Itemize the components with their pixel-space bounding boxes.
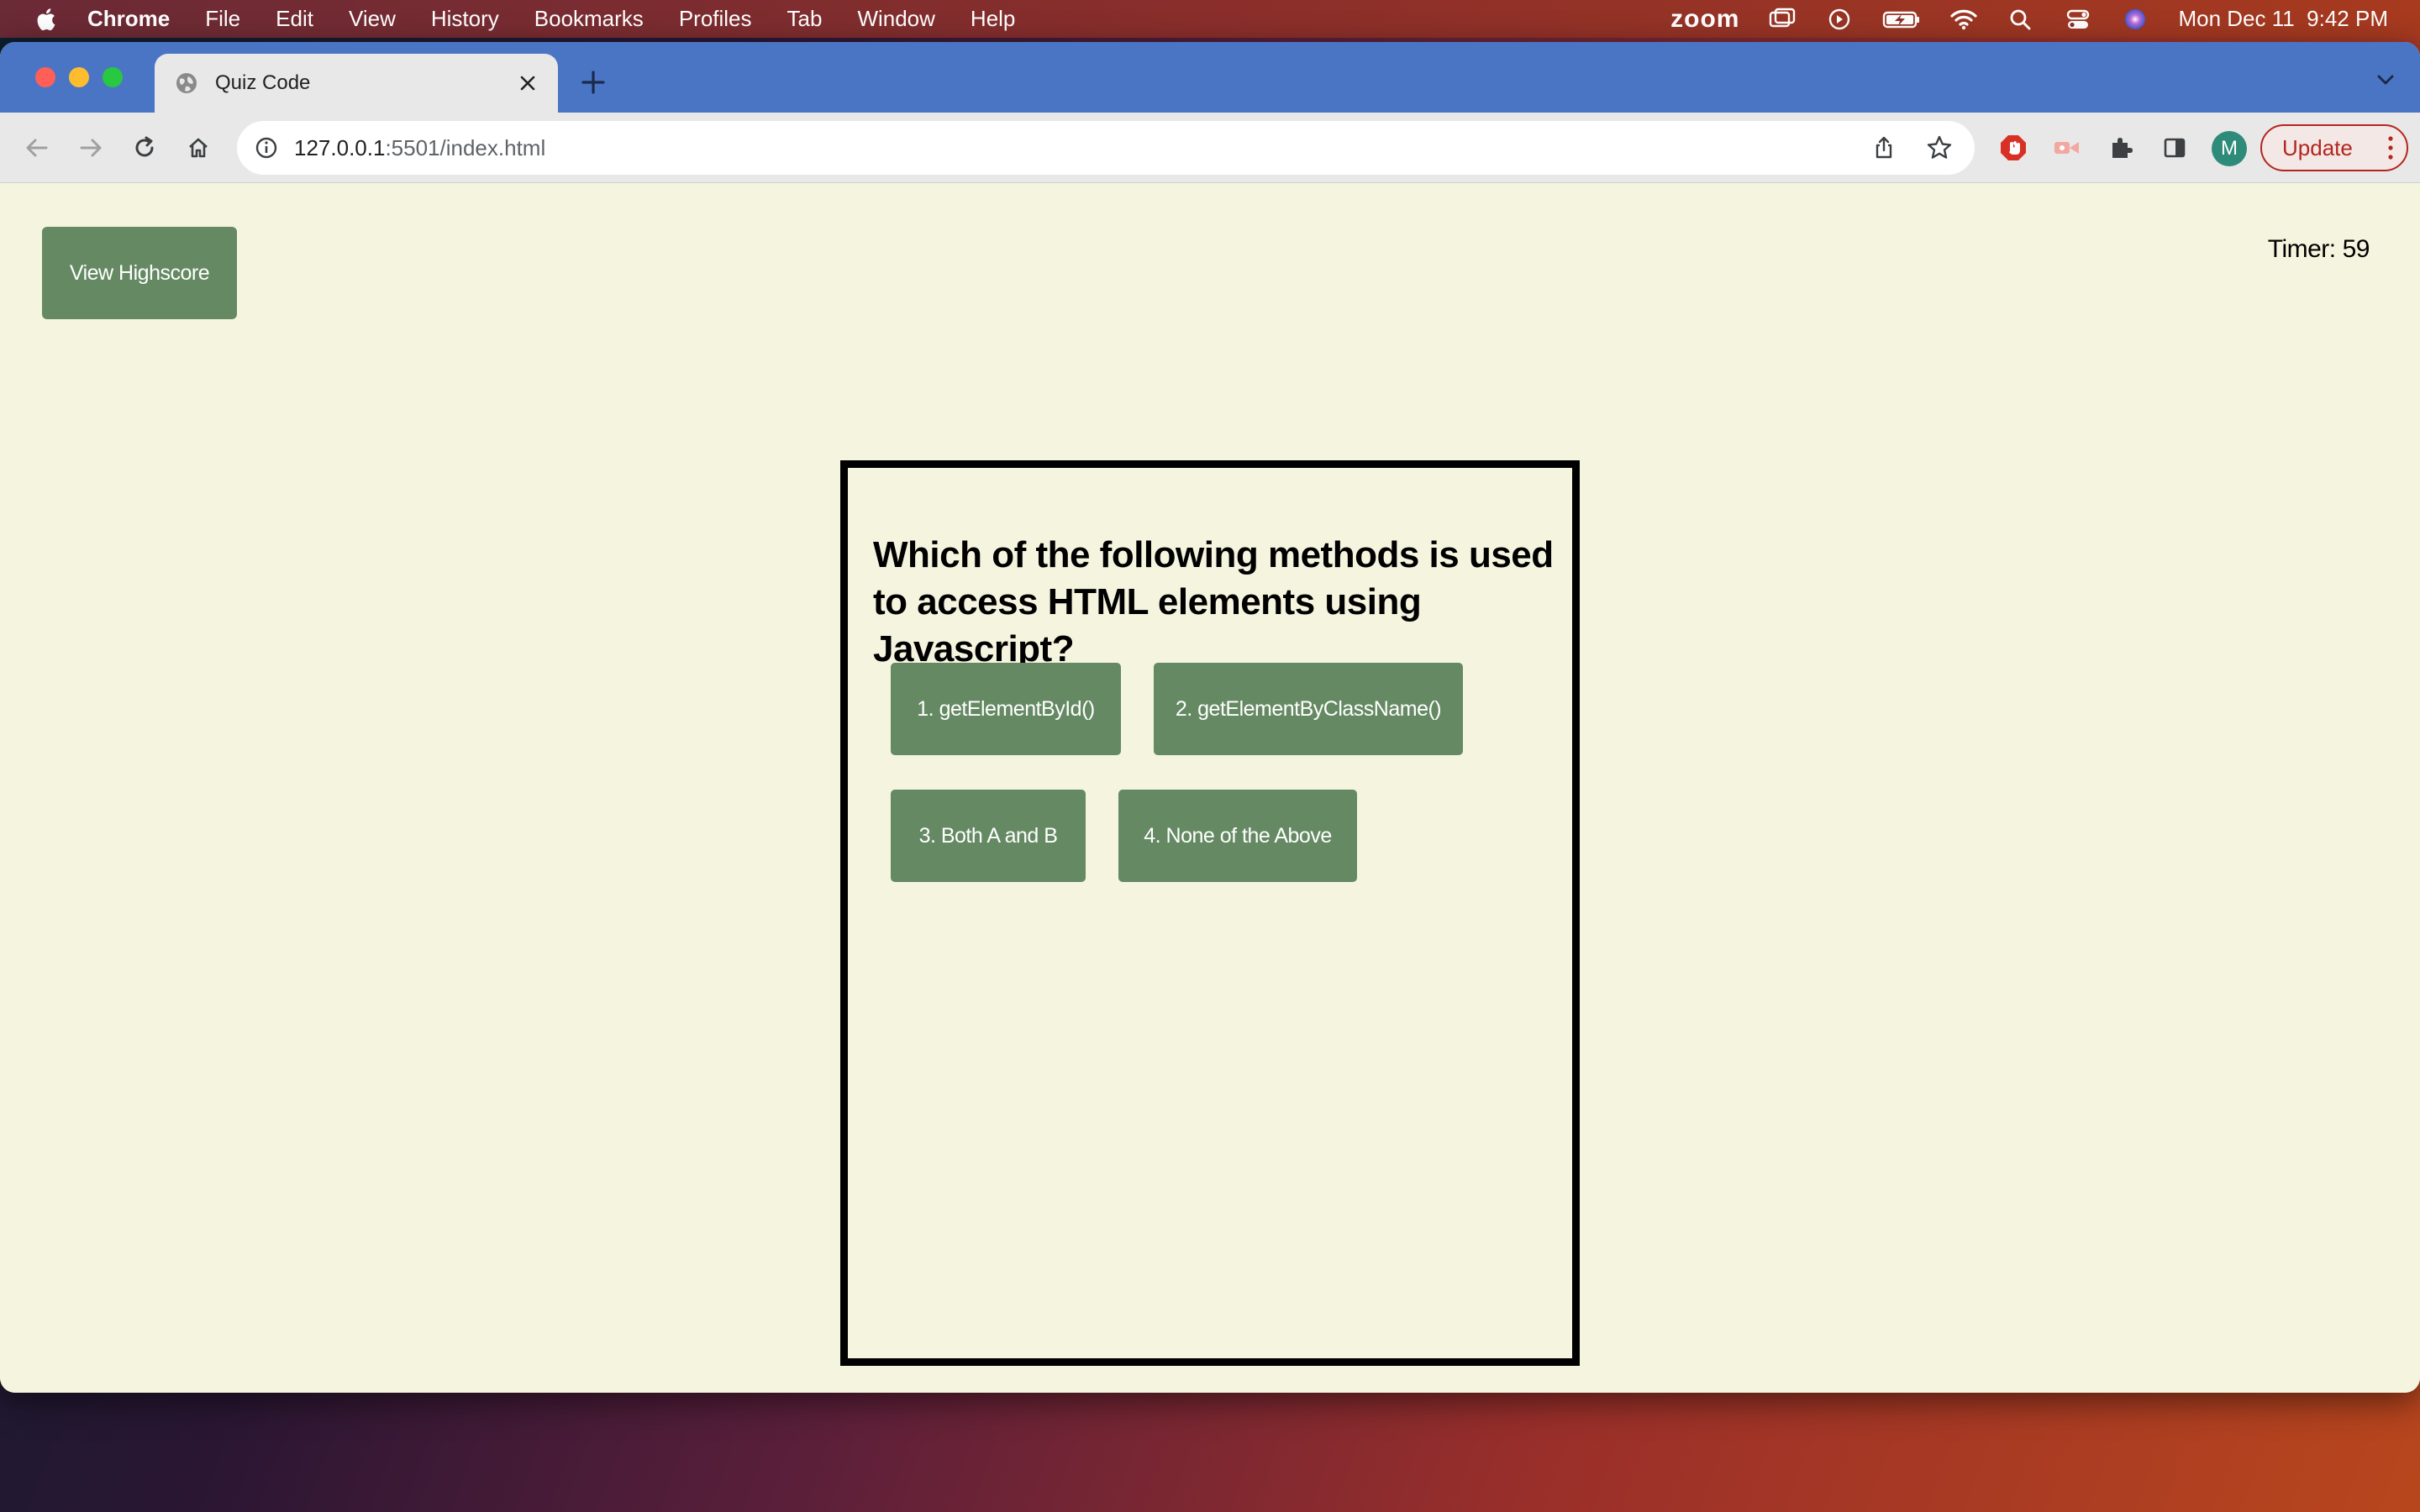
- question-text: Which of the following methods is used t…: [873, 534, 1554, 669]
- update-label: Update: [2282, 134, 2353, 160]
- reload-icon[interactable]: [128, 131, 161, 165]
- quiz-card: Which of the following methods is used t…: [840, 460, 1580, 1366]
- bookmark-star-icon[interactable]: [1924, 133, 1954, 163]
- timer: Timer: 59: [2268, 235, 2370, 264]
- close-tab-icon[interactable]: [511, 66, 544, 100]
- tab-quiz-code[interactable]: Quiz Code: [155, 54, 558, 113]
- url-path: :5501/index.html: [385, 134, 546, 160]
- timer-label: Timer:: [2267, 235, 2336, 263]
- answer-button-3[interactable]: 3. Both A and B: [891, 790, 1086, 882]
- new-tab-icon[interactable]: [576, 66, 610, 99]
- omnibox-actions: [1844, 133, 1954, 163]
- menu-history[interactable]: History: [431, 6, 499, 32]
- menu-profiles[interactable]: Profiles: [679, 6, 752, 32]
- timer-value: 59: [2342, 235, 2370, 263]
- answer-button-1[interactable]: 1. getElementById(): [891, 663, 1121, 755]
- answer-button-4[interactable]: 4. None of the Above: [1118, 790, 1357, 882]
- menu-bookmarks[interactable]: Bookmarks: [534, 6, 644, 32]
- profile-avatar[interactable]: M: [2212, 131, 2247, 166]
- wifi-icon[interactable]: [1949, 8, 1978, 31]
- update-chrome-button[interactable]: Update: [2260, 124, 2408, 171]
- menu-view[interactable]: View: [349, 6, 396, 32]
- share-icon[interactable]: [1869, 133, 1899, 163]
- spotlight-search-icon[interactable]: [2007, 8, 2035, 31]
- menu-file[interactable]: File: [205, 6, 240, 32]
- menu-window[interactable]: Window: [857, 6, 934, 32]
- view-highscore-button[interactable]: View Highscore: [42, 227, 237, 319]
- globe-icon: [176, 73, 197, 93]
- back-icon[interactable]: [20, 131, 54, 165]
- close-window-button[interactable]: [35, 67, 55, 87]
- fullscreen-window-button[interactable]: [103, 67, 123, 87]
- browser-toolbar: 127.0.0.1:5501/index.html M Update: [0, 113, 2420, 183]
- address-bar[interactable]: 127.0.0.1:5501/index.html: [237, 121, 1975, 175]
- menu-tab[interactable]: Tab: [787, 6, 823, 32]
- url-host: 127.0.0.1: [294, 134, 386, 160]
- extensions-puzzle-icon[interactable]: [2104, 131, 2138, 165]
- siri-icon[interactable]: [2121, 8, 2149, 31]
- menubar-clock[interactable]: Mon Dec 11 9:42 PM: [2178, 6, 2388, 32]
- minimize-window-button[interactable]: [69, 67, 89, 87]
- page-viewport: View Highscore Timer: 59 Which of the fol…: [0, 183, 2420, 1393]
- side-panel-icon[interactable]: [2158, 131, 2191, 165]
- tab-title: Quiz Code: [215, 71, 311, 94]
- zoom-status-item[interactable]: zoom: [1670, 5, 1739, 34]
- screencast-extension-icon[interactable]: [2050, 131, 2084, 165]
- battery-icon[interactable]: [1882, 8, 1921, 31]
- browser-window: Quiz Code 127.0.0.1:5501/index.html M U…: [0, 42, 2420, 1393]
- forward-icon[interactable]: [74, 131, 108, 165]
- control-center-icon[interactable]: [2064, 8, 2092, 31]
- adblock-extension-icon[interactable]: [1996, 131, 2030, 165]
- menu-help[interactable]: Help: [971, 6, 1015, 32]
- tab-strip: Quiz Code: [0, 42, 2420, 113]
- site-info-icon[interactable]: [254, 135, 279, 160]
- menu-edit[interactable]: Edit: [276, 6, 313, 32]
- home-icon[interactable]: [182, 131, 215, 165]
- more-menu-icon[interactable]: [2386, 134, 2395, 161]
- answer-button-2[interactable]: 2. getElementByClassName(): [1154, 663, 1463, 755]
- play-icon[interactable]: [1825, 8, 1854, 31]
- menu-app-name[interactable]: Chrome: [87, 6, 170, 32]
- menubar-status-area: zoom Mon Dec 11 9:42 PM: [1642, 0, 2388, 38]
- macos-menu-bar: Chrome File Edit View History Bookmarks …: [0, 0, 2420, 38]
- screen-mirroring-icon[interactable]: [1768, 8, 1797, 31]
- apple-icon[interactable]: [34, 7, 57, 32]
- tab-search-chevron-icon[interactable]: [2373, 67, 2398, 92]
